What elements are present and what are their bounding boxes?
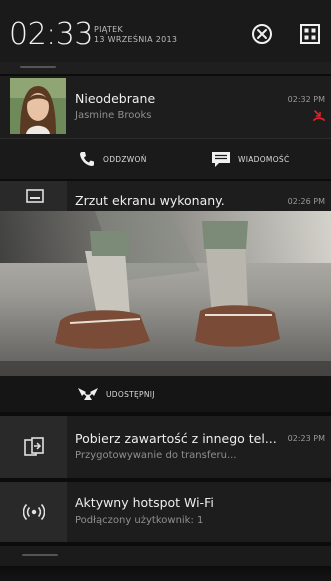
hotspot-subtitle: Podłączony użytkownik: 1 (75, 515, 204, 526)
circle-x-icon (252, 24, 272, 44)
transfer-subtitle: Przygotowywanie do transferu... (75, 450, 237, 461)
hotspot-icon (23, 503, 45, 521)
share-icon (78, 388, 98, 400)
hotspot-icon-column (0, 482, 67, 542)
missed-call-title: Nieodebrane (75, 91, 156, 106)
share-button[interactable]: UDOSTĘPNIJ (77, 376, 155, 412)
transfer-icon-column (0, 416, 67, 478)
message-label: WIADOMOŚĆ (238, 154, 290, 164)
screenshot-icon-column (0, 181, 67, 211)
call-back-label: ODDZWOŃ (103, 154, 147, 164)
dismiss-all-button[interactable] (250, 22, 274, 46)
transfer-time: 02:23 PM (287, 434, 325, 443)
clock-time: 02:33 (9, 17, 93, 52)
call-back-button[interactable]: ODDZWOŃ (78, 139, 147, 179)
missed-call-contact: Jasmine Brooks (75, 110, 152, 121)
missed-call-actions: ODDZWOŃ WIADOMOŚĆ (0, 138, 331, 179)
phone-icon (80, 152, 94, 166)
screenshot-time: 02:26 PM (287, 197, 325, 206)
divider-handle (20, 66, 56, 68)
share-action-bar: UDOSTĘPNIJ (0, 376, 331, 412)
quick-settings-button[interactable] (298, 22, 322, 46)
message-icon (212, 152, 230, 167)
hotspot-title: Aktywny hotspot Wi-Fi (75, 495, 214, 510)
share-label: UDOSTĘPNIJ (106, 389, 155, 399)
send-message-button[interactable]: WIADOMOŚĆ (211, 139, 290, 179)
day-of-week: PIĄTEK (94, 25, 124, 34)
bottom-edge (0, 566, 331, 581)
screenshot-icon (26, 189, 44, 203)
screenshot-title: Zrzut ekranu wykonany. (75, 193, 225, 208)
quick-settings-icon (300, 24, 320, 44)
avatar (10, 78, 66, 134)
missed-call-icon (313, 110, 325, 121)
date-label: 13 WRZEŚNIA 2013 (94, 35, 178, 44)
collapsed-notification-top (0, 62, 331, 74)
transfer-title: Pobierz zawartość z innego tel... (75, 431, 277, 446)
transfer-icon (24, 437, 44, 456)
missed-call-time: 02:32 PM (287, 95, 325, 104)
status-header: 02:33 PIĄTEK 13 WRZEŚNIA 2013 (0, 0, 331, 62)
screenshot-preview (0, 211, 331, 376)
collapsed-notification-bottom (0, 546, 331, 566)
divider-handle (22, 554, 58, 556)
